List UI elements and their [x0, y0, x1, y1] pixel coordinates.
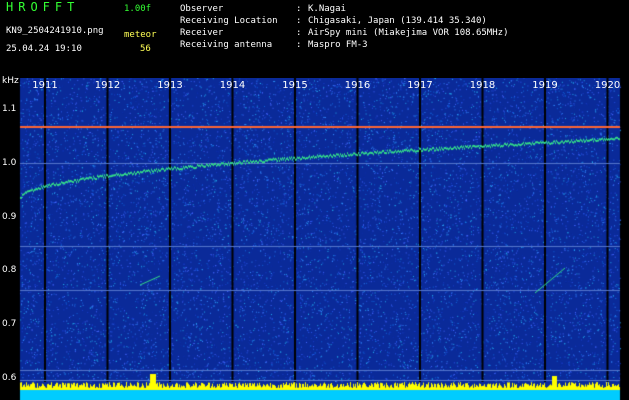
info-colon: : [296, 40, 302, 50]
x-tick-label: 1920 [594, 80, 621, 91]
x-tick-label: 1919 [532, 80, 558, 91]
x-tick-label: 1915 [282, 80, 308, 91]
info-value: Chigasaki, Japan (139.414 35.340) [308, 16, 487, 26]
info-row: Receiving Location: Chigasaki, Japan (139… [180, 16, 487, 27]
app-logo: HROFFT [6, 0, 80, 14]
y-tick-label: 0.7 [2, 318, 17, 329]
y-tick-label: 0.6 [2, 372, 17, 383]
x-tick-label: 1918 [469, 80, 496, 91]
y-tick-label: 1.0 [2, 157, 17, 168]
y-tick-label: 0.8 [2, 265, 17, 276]
info-row: Receiving antenna: Maspro FM-3 [180, 40, 368, 51]
x-tick-label: 1917 [407, 80, 433, 91]
y-tick-label: 0.9 [2, 211, 17, 222]
y-unit-label: kHz [2, 76, 19, 86]
x-tick-label: 1916 [344, 80, 371, 91]
info-row: Observer: K.Nagai [180, 4, 346, 15]
info-colon: : [296, 4, 302, 14]
info-value: K.Nagai [308, 4, 346, 14]
info-value: AirSpy mini (Miakejima VOR 108.65MHz) [308, 28, 509, 38]
y-tick-label: 1.1 [2, 104, 17, 115]
info-value: Maspro FM-3 [308, 40, 368, 50]
x-tick-label: 1912 [94, 80, 121, 91]
x-tick-label: 1911 [32, 80, 58, 91]
x-tick-label: 1913 [157, 80, 183, 91]
info-colon: : [296, 16, 302, 26]
info-key: Receiving antenna [180, 40, 273, 50]
app-version: 1.00f [124, 4, 152, 14]
info-key: Receiving Location [180, 16, 278, 26]
spectrogram [0, 78, 629, 400]
file-name: KN9_2504241910.png [6, 26, 104, 36]
info-row: Receiver: AirSpy mini (Miakejima VOR 108.… [180, 28, 508, 39]
x-tick-label: 1914 [219, 80, 246, 91]
mode-label: meteor [124, 30, 157, 40]
echo-count: 56 [140, 44, 151, 54]
info-key: Observer [180, 4, 224, 14]
date-time: 25.04.24 19:10 [6, 44, 82, 54]
hrofft-screen: HROFFT 1.00f KN9_2504241910.png meteor 2… [0, 0, 629, 400]
info-key: Receiver [180, 28, 224, 38]
info-colon: : [296, 28, 302, 38]
